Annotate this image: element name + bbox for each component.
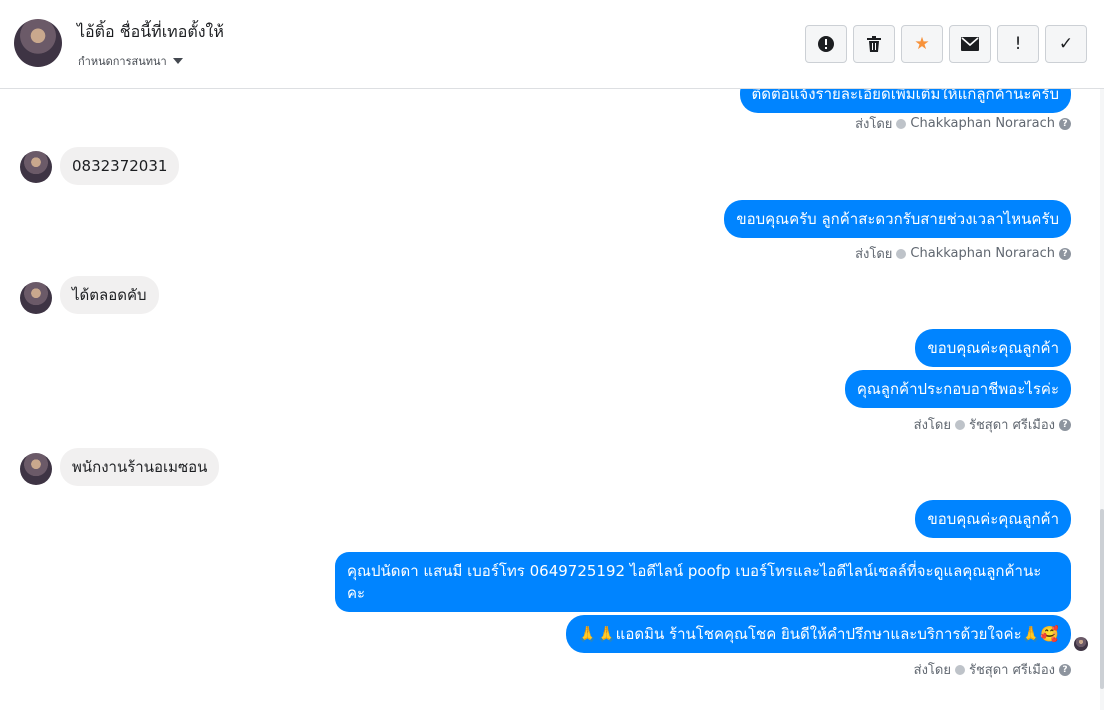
verified-icon: [896, 118, 907, 129]
outgoing-message[interactable]: ขอบคุณครับ ลูกค้าสะดวกรับสายช่วงเวลาไหนค…: [724, 200, 1071, 238]
contact-avatar-small[interactable]: [20, 453, 52, 485]
verified-icon: [954, 419, 965, 430]
contact-name[interactable]: ไอ้ติ้อ ชื่อนี้ที่เทอตั้งให้: [77, 20, 224, 45]
outgoing-message[interactable]: ขอบคุณค่ะคุณลูกค้า: [915, 329, 1071, 367]
sender-name[interactable]: Chakkaphan Norarach: [910, 246, 1055, 261]
message-thread[interactable]: ติดต่อแจ้งรายละเอียดเพิ่มเติมให้แก่ลูกค้…: [0, 89, 1104, 710]
star-icon: ★: [914, 34, 930, 54]
scrollbar-thumb[interactable]: [1100, 509, 1104, 689]
sender-name[interactable]: รัชสุดา ศรีเมือง: [969, 414, 1055, 435]
action-toolbar: ★ ! ✓: [805, 25, 1087, 63]
caret-down-icon: [172, 58, 183, 64]
incoming-message[interactable]: พนักงานร้านอเมซอน: [60, 448, 220, 486]
outgoing-message[interactable]: 🙏🙏แอดมิน ร้านโชคคุณโชค ยินดีให้คำปรึกษาแ…: [566, 615, 1071, 653]
verified-icon: [954, 664, 965, 675]
delete-button[interactable]: [853, 25, 895, 63]
outgoing-message[interactable]: ติดต่อแจ้งรายละเอียดเพิ่มเติมให้แก่ลูกค้…: [739, 89, 1071, 113]
help-icon[interactable]: ?: [1059, 663, 1071, 676]
incoming-message[interactable]: ได้ตลอดคับ: [60, 276, 159, 314]
mail-icon: [961, 37, 979, 51]
star-button[interactable]: ★: [901, 25, 943, 63]
mark-unread-button[interactable]: [949, 25, 991, 63]
check-icon: ✓: [1058, 34, 1074, 54]
sent-by-line: ส่งโดย Chakkaphan Norarach ?: [855, 243, 1071, 264]
outgoing-message[interactable]: ขอบคุณค่ะคุณลูกค้า: [915, 500, 1071, 538]
sender-name[interactable]: รัชสุดา ศรีเมือง: [969, 659, 1055, 680]
contact-avatar-small[interactable]: [20, 151, 52, 183]
sent-by-line: ส่งโดย Chakkaphan Norarach ?: [855, 113, 1071, 134]
sender-name[interactable]: Chakkaphan Norarach: [910, 116, 1055, 131]
exclamation-icon: !: [1014, 34, 1022, 54]
alert-icon: [818, 36, 834, 52]
help-icon[interactable]: ?: [1059, 247, 1071, 260]
incoming-message[interactable]: 0832372031: [60, 147, 180, 185]
help-icon[interactable]: ?: [1059, 418, 1071, 431]
seen-indicator-avatar: [1074, 637, 1088, 651]
help-icon[interactable]: ?: [1059, 117, 1071, 130]
sent-by-line: ส่งโดย รัชสุดา ศรีเมือง ?: [914, 659, 1071, 680]
contact-avatar-small[interactable]: [20, 282, 52, 314]
outgoing-message[interactable]: คุณลูกค้าประกอบอาชีพอะไรค่ะ: [844, 370, 1071, 408]
assign-conversation-dropdown[interactable]: กำหนดการสนทนา: [78, 52, 183, 70]
follow-up-button[interactable]: !: [997, 25, 1039, 63]
mark-spam-button[interactable]: [805, 25, 847, 63]
thread-scrollbar[interactable]: [1100, 89, 1104, 710]
mark-done-button[interactable]: ✓: [1045, 25, 1087, 63]
conversation-header: ไอ้ติ้อ ชื่อนี้ที่เทอตั้งให้ กำหนดการสนท…: [0, 0, 1104, 89]
sent-by-line: ส่งโดย รัชสุดา ศรีเมือง ?: [914, 414, 1071, 435]
contact-avatar[interactable]: [14, 19, 62, 67]
outgoing-message[interactable]: คุณปนัดดา แสนมี เบอร์โทร 0649725192 ไอดี…: [335, 552, 1071, 612]
assign-label: กำหนดการสนทนา: [78, 55, 167, 68]
verified-icon: [896, 248, 907, 259]
trash-icon: [867, 36, 881, 52]
